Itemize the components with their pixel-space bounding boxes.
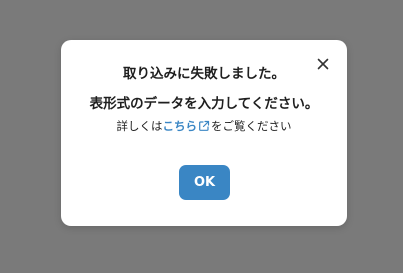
details-link[interactable]: こちら bbox=[163, 119, 212, 133]
dialog-message: 表形式のデータを入力してください。 bbox=[89, 96, 319, 112]
dialog-title: 取り込みに失敗しました。 bbox=[123, 66, 285, 82]
detail-prefix: 詳しくは bbox=[116, 119, 163, 133]
dialog-detail: 詳しくはこちら をご覧ください bbox=[61, 118, 347, 136]
error-dialog: 取り込みに失敗しました。 表形式のデータを入力してください。 詳しくはこちら を… bbox=[61, 40, 347, 226]
details-link-label: こちら bbox=[162, 119, 198, 133]
ok-button[interactable]: OK bbox=[179, 165, 230, 200]
detail-suffix: をご覧ください bbox=[211, 119, 292, 133]
external-link-icon bbox=[198, 120, 210, 136]
